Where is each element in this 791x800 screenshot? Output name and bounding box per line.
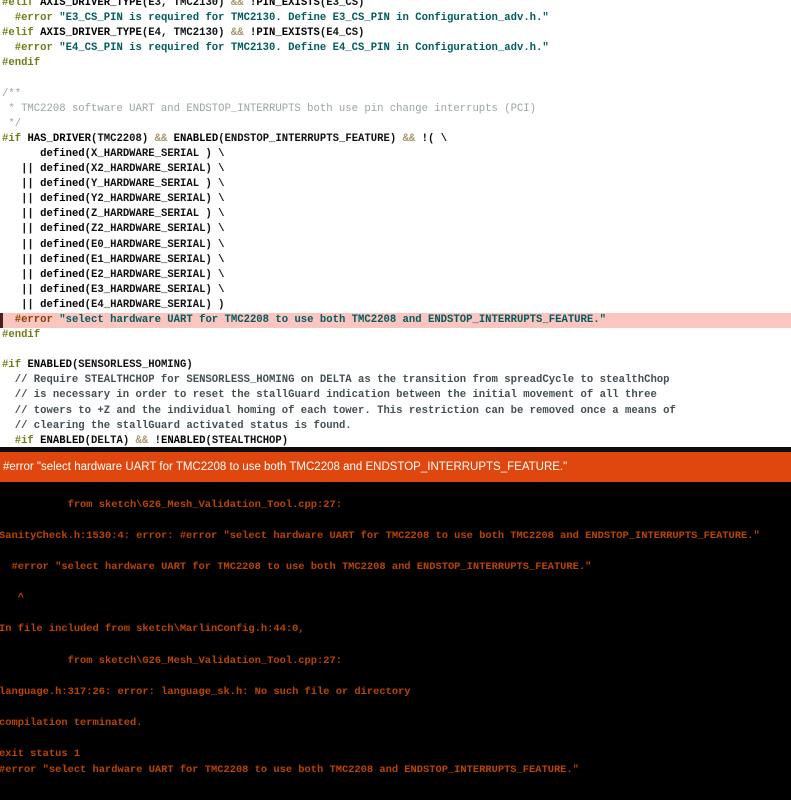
console-line: from sketch\G26_Mesh_Validation_Tool.cpp…	[0, 498, 790, 514]
current-line-highlight: #error "select hardware UART for TMC2208…	[0, 313, 791, 328]
code-line: #error "E4_CS_PIN is required for TMC213…	[2, 41, 791, 56]
code-line: #endif	[2, 56, 791, 71]
code-line: * TMC2208 software UART and ENDSTOP_INTE…	[2, 102, 791, 117]
code-line: /**	[2, 87, 791, 102]
code-line: #elif AXIS_DRIVER_TYPE(E3, TMC2130) && !…	[2, 0, 791, 11]
console-line	[0, 513, 790, 529]
console-line	[0, 544, 790, 560]
code-line: // Require STEALTHCHOP for SENSORLESS_HO…	[2, 373, 791, 388]
code-line: // is necessary in order to reset the st…	[2, 388, 791, 403]
error-message-text: #error "select hardware UART for TMC2208…	[3, 461, 567, 473]
console-output[interactable]: from sketch\G26_Mesh_Validation_Tool.cpp…	[0, 482, 790, 800]
code-line: || defined(X2_HARDWARE_SERIAL) \	[2, 162, 791, 177]
console-line: SanityCheck.h:1530:4: error: #error "sel…	[0, 529, 790, 545]
code-line: #error "E3_CS_PIN is required for TMC213…	[2, 11, 791, 26]
code-line: // clearing the stallGuard activated sta…	[2, 419, 791, 434]
code-line	[2, 71, 791, 86]
code-line: #if ENABLED(SENSORLESS_HOMING)	[2, 358, 791, 373]
console-line: #error "select hardware UART for TMC2208…	[0, 763, 790, 779]
code-line: || defined(E3_HARDWARE_SERIAL) \	[2, 283, 791, 298]
code-line: // towers to +Z and the individual homin…	[2, 404, 791, 419]
console-line	[0, 576, 790, 592]
console-line: from sketch\G26_Mesh_Validation_Tool.cpp…	[0, 654, 790, 670]
console-line: exit status 1	[0, 747, 790, 763]
code-line: #if HAS_DRIVER(TMC2208) && ENABLED(ENDST…	[2, 132, 791, 147]
console-line	[0, 700, 790, 716]
code-line: || defined(E4_HARDWARE_SERIAL) )	[2, 298, 791, 313]
code-line: #if ENABLED(DELTA) && !ENABLED(STEALTHCH…	[2, 434, 791, 447]
code-line: || defined(E1_HARDWARE_SERIAL) \	[2, 253, 791, 268]
code-line: || defined(Y_HARDWARE_SERIAL ) \	[2, 177, 791, 192]
code-line: || defined(E2_HARDWARE_SERIAL) \	[2, 268, 791, 283]
code-line: #elif AXIS_DRIVER_TYPE(E4, TMC2130) && !…	[2, 26, 791, 41]
console-line: ^	[0, 591, 790, 607]
code-line: || defined(Z2_HARDWARE_SERIAL) \	[2, 222, 791, 237]
console-line	[0, 482, 790, 498]
console-line	[0, 607, 790, 623]
code-line	[2, 343, 791, 358]
console-line	[0, 732, 790, 748]
text-caret	[0, 313, 3, 328]
code-line: || defined(E0_HARDWARE_SERIAL) \	[2, 238, 791, 253]
code-editor[interactable]: #elif AXIS_DRIVER_TYPE(E3, TMC2130) && !…	[0, 0, 791, 447]
error-message-bar: #error "select hardware UART for TMC2208…	[0, 452, 791, 482]
console-line: In file included from sketch\MarlinConfi…	[0, 622, 790, 638]
code-content: #elif AXIS_DRIVER_TYPE(E3, TMC2130) && !…	[2, 0, 791, 447]
code-line: || defined(Y2_HARDWARE_SERIAL) \	[2, 192, 791, 207]
console-line	[0, 669, 790, 685]
console-line	[0, 638, 790, 654]
console-line: compilation terminated.	[0, 716, 790, 732]
code-line: || defined(Z_HARDWARE_SERIAL ) \	[2, 207, 791, 222]
code-line: defined(X_HARDWARE_SERIAL ) \	[2, 147, 791, 162]
code-line: #endif	[2, 328, 791, 343]
code-line: */	[2, 117, 791, 132]
console-line: language.h:317:26: error: language_sk.h:…	[0, 685, 790, 701]
console-line: #error "select hardware UART for TMC2208…	[0, 560, 790, 576]
